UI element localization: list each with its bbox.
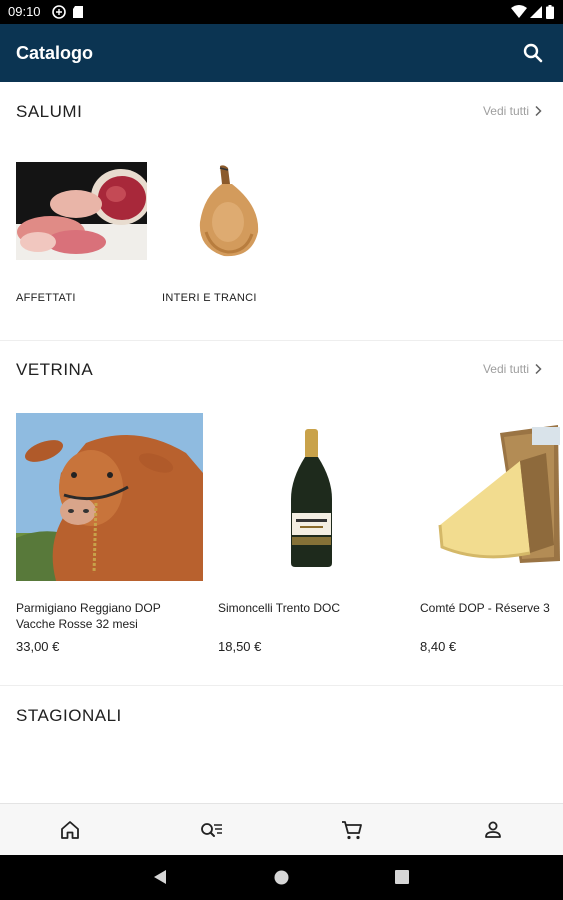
chevron-right-icon xyxy=(535,105,542,117)
cheese-image xyxy=(438,425,560,563)
product-name[interactable]: Parmigiano Reggiano DOP Vacche Rosse 32 … xyxy=(16,600,201,632)
sd-card-icon xyxy=(73,6,83,18)
product-image-parmigiano[interactable] xyxy=(16,413,203,581)
account-icon[interactable] xyxy=(481,818,505,842)
section-title-vetrina: VETRINA xyxy=(16,360,94,379)
app-bar: Catalogo xyxy=(0,24,563,82)
whole-ham-image xyxy=(199,165,259,257)
wine-bottle-image xyxy=(291,429,332,567)
wifi-icon xyxy=(511,5,527,18)
home-circle-icon[interactable] xyxy=(274,870,289,885)
product-price: 18,50 € xyxy=(218,639,262,654)
sliced-ham-image xyxy=(16,162,147,260)
cow-image xyxy=(16,413,203,581)
category-label-affettati[interactable]: AFFETTATI xyxy=(16,292,76,304)
section-divider xyxy=(0,685,563,686)
page-title: Catalogo xyxy=(16,43,94,63)
product-name[interactable]: Comté DOP - Réserve 3 xyxy=(420,600,563,616)
section-title-salumi: SALUMI xyxy=(16,102,83,121)
see-all-label: Vedi tutti xyxy=(482,104,529,118)
cart-icon[interactable] xyxy=(340,818,364,842)
chevron-right-icon xyxy=(535,363,542,375)
product-image-comte[interactable] xyxy=(420,413,563,581)
product-name[interactable]: Simoncelli Trento DOC xyxy=(218,600,403,616)
section-title-stagionali: STAGIONALI xyxy=(16,706,122,725)
category-label-interi-e-tranci[interactable]: INTERI E TRANCI xyxy=(162,292,257,304)
home-icon[interactable] xyxy=(58,818,82,842)
system-navigation-bar xyxy=(0,855,563,900)
battery-icon xyxy=(546,5,554,19)
product-price: 33,00 € xyxy=(16,639,60,654)
recents-icon[interactable] xyxy=(395,870,409,884)
category-image-affettati[interactable] xyxy=(16,162,147,260)
notification-icon xyxy=(52,5,66,19)
search-list-icon[interactable] xyxy=(199,818,223,842)
see-all-label: Vedi tutti xyxy=(482,362,529,376)
category-image-interi-e-tranci[interactable] xyxy=(162,162,293,260)
bottom-navigation xyxy=(0,803,563,855)
status-bar: 09:10 xyxy=(0,0,563,24)
see-all-vetrina-button[interactable]: Vedi tutti xyxy=(483,362,543,376)
product-price: 8,40 € xyxy=(420,639,457,654)
back-icon[interactable] xyxy=(153,869,167,885)
search-icon[interactable] xyxy=(523,43,543,63)
signal-icon xyxy=(530,6,542,18)
status-time: 09:10 xyxy=(8,4,41,19)
section-divider xyxy=(0,340,563,341)
product-image-simoncelli[interactable] xyxy=(218,413,405,581)
see-all-salumi-button[interactable]: Vedi tutti xyxy=(483,104,543,118)
